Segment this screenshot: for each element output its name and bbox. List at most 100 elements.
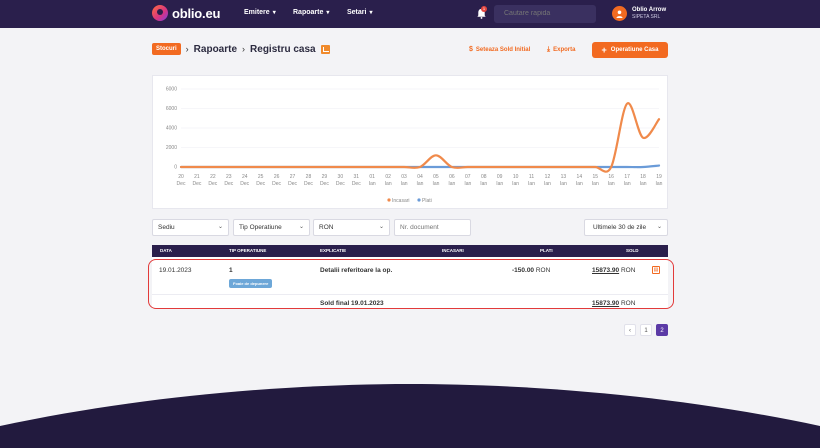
chevron-down-icon: ▾: [272, 10, 276, 16]
chevron-down-icon: ⌄: [298, 224, 304, 230]
x-tick-day: 10: [513, 174, 519, 180]
chevron-right-icon: ›: [242, 44, 246, 54]
nav-setari[interactable]: Setari ▾: [347, 9, 372, 16]
col-sold: Sold: [626, 248, 639, 253]
plus-icon: +: [601, 45, 607, 55]
sediu-select-value: Sediu: [158, 224, 175, 231]
pagination-page-2[interactable]: 2: [656, 324, 668, 336]
period-value: Ultimele 30 de zile: [593, 224, 647, 231]
x-tick-day: 24: [242, 174, 248, 180]
logo-icon: [152, 5, 168, 21]
top-navbar: [0, 0, 820, 28]
add-operation-button[interactable]: + Operatiune Casa: [592, 42, 668, 58]
pagination-prev[interactable]: ‹: [624, 324, 636, 336]
user-company: SIPETA SRL: [632, 14, 661, 20]
user-name[interactable]: Oblio Arrow: [632, 7, 666, 13]
nav-emitere[interactable]: Emitere ▾: [244, 9, 276, 16]
col-incasari: Incasari: [442, 248, 464, 253]
col-plati: Plati: [540, 248, 553, 253]
x-tick-month: Ian: [560, 181, 567, 187]
x-tick-day: 27: [290, 174, 296, 180]
x-tick-month: Dec: [272, 181, 281, 187]
x-tick-day: 17: [624, 174, 630, 180]
breadcrumb: Stocuri › Rapoarte › Registru casa: [152, 43, 330, 55]
period-select[interactable]: Ultimele 30 de zile ⌄: [584, 219, 668, 236]
x-tick-day: 19: [656, 174, 662, 180]
x-tick-month: Dec: [352, 181, 361, 187]
x-tick-month: Dec: [256, 181, 265, 187]
x-tick-month: Ian: [496, 181, 503, 187]
x-tick-month: Ian: [417, 181, 424, 187]
tip-operatiune-select[interactable]: Tip Operatiune ⌄: [233, 219, 310, 236]
x-tick-month: Ian: [512, 181, 519, 187]
pagination-page-1[interactable]: 1: [640, 324, 652, 336]
x-tick-month: Ian: [624, 181, 631, 187]
footer-wave: [0, 384, 820, 448]
chevron-right-icon: ›: [185, 44, 189, 54]
set-initial-balance-link[interactable]: $ Seteaza Sold Initial: [469, 46, 530, 53]
avatar[interactable]: [612, 6, 627, 21]
y-tick-label: 6000: [166, 87, 177, 93]
x-tick-month: Ian: [592, 181, 599, 187]
search-input[interactable]: [494, 5, 596, 23]
x-tick-month: Dec: [288, 181, 297, 187]
tip-operatiune-value: Tip Operatiune: [239, 224, 282, 231]
chevron-down-icon: ⌄: [217, 224, 223, 230]
nav-rapoarte[interactable]: Rapoarte ▾: [293, 9, 329, 16]
x-tick-month: Ian: [448, 181, 455, 187]
x-tick-month: Ian: [544, 181, 551, 187]
x-tick-day: 26: [274, 174, 280, 180]
breadcrumb-rapoarte[interactable]: Rapoarte: [194, 44, 237, 55]
chevron-down-icon: ▾: [326, 10, 330, 16]
currency-value: RON: [319, 224, 334, 231]
nav-setari-label: Setari: [347, 9, 367, 16]
chevron-down-icon: ▾: [369, 10, 373, 16]
chart-icon[interactable]: [320, 44, 330, 54]
x-tick-month: Ian: [640, 181, 647, 187]
x-tick-month: Ian: [608, 181, 615, 187]
y-tick-label: 4000: [166, 126, 177, 132]
sediu-select[interactable]: Sediu ⌄: [152, 219, 229, 236]
x-tick-day: 31: [353, 174, 359, 180]
page-title: Registru casa: [250, 43, 316, 55]
x-tick-month: Dec: [224, 181, 233, 187]
x-tick-day: 15: [592, 174, 598, 180]
export-link[interactable]: ⤓ Exporta: [547, 46, 575, 54]
currency-select[interactable]: RON ⌄: [313, 219, 390, 236]
x-tick-month: Dec: [320, 181, 329, 187]
series-line-incasari: [179, 102, 661, 173]
legend-marker-incasari: [387, 198, 391, 202]
stocuri-badge[interactable]: Stocuri: [152, 43, 181, 55]
x-tick-day: 09: [497, 174, 503, 180]
x-tick-month: Dec: [240, 181, 249, 187]
chevron-down-icon: ⌄: [378, 224, 384, 230]
user-icon: [616, 10, 623, 18]
col-data: Data: [160, 248, 172, 253]
x-tick-month: Ian: [464, 181, 471, 187]
nav-emitere-label: Emitere: [244, 9, 270, 16]
chart-card: 6000 6000 4000 2000 0 20 Dec 21 Dec 22 Dec 23 Dec 24 D…: [152, 75, 668, 209]
x-tick-month: Ian: [656, 181, 663, 187]
x-tick-day: 18: [640, 174, 646, 180]
x-tick-day: 21: [194, 174, 200, 180]
x-tick-day: 25: [258, 174, 264, 180]
highlight-annotation: [148, 259, 674, 309]
x-tick-day: 23: [226, 174, 232, 180]
x-tick-day: 16: [608, 174, 614, 180]
logo-text: oblio.eu: [172, 5, 221, 21]
x-tick-month: Dec: [208, 181, 217, 187]
y-tick-label: 2000: [166, 145, 177, 151]
x-tick-day: 05: [433, 174, 439, 180]
x-tick-month: Ian: [401, 181, 408, 187]
x-tick-day: 02: [385, 174, 391, 180]
add-operation-label: Operatiune Casa: [610, 47, 659, 53]
x-tick-month: Ian: [432, 181, 439, 187]
logo[interactable]: oblio.eu: [152, 5, 220, 21]
x-tick-month: Ian: [385, 181, 392, 187]
legend-marker-plati: [417, 198, 421, 202]
document-number-input[interactable]: [394, 219, 471, 236]
x-tick-day: 28: [306, 174, 312, 180]
x-tick-month: Dec: [304, 181, 313, 187]
legend-label-plati: Plati: [422, 198, 432, 204]
export-label: Exporta: [553, 47, 576, 53]
